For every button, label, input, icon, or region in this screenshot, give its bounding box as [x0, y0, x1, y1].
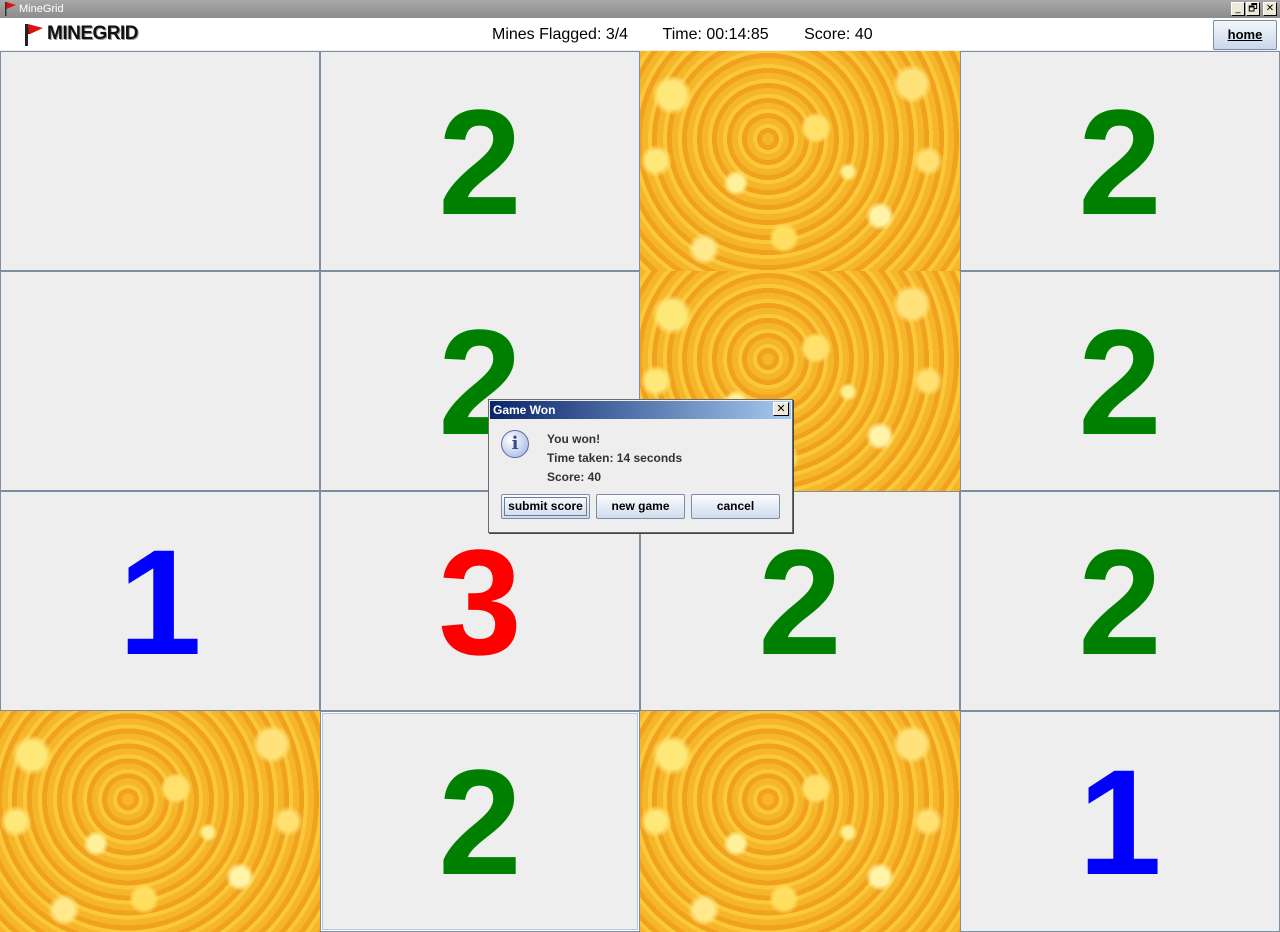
minegrid-app: MineGrid _ 🗗 ✕ MINEGRID Mines Flagged: 3…: [0, 0, 1280, 932]
maximize-button[interactable]: 🗗: [1246, 2, 1260, 16]
cell-number: 1: [118, 518, 202, 686]
cell-number: 1: [1078, 738, 1162, 906]
grid-cell[interactable]: 2: [960, 271, 1280, 491]
mines-flagged-counter: Mines Flagged: 3/4: [492, 26, 629, 43]
time-taken-message: Time taken: 14 seconds: [547, 451, 683, 465]
info-icon: i: [501, 430, 529, 458]
window-title: MineGrid: [19, 3, 64, 15]
window-title-bar: MineGrid _ 🗗 ✕: [0, 0, 1280, 18]
game-header: MINEGRID Mines Flagged: 3/4 Time: 00:14:…: [0, 18, 1280, 50]
cell-number: [1, 52, 319, 270]
grid-cell[interactable]: [0, 51, 320, 271]
grid-cell[interactable]: [0, 271, 320, 491]
cancel-button[interactable]: cancel: [691, 494, 780, 519]
score-message: Score: 40: [547, 470, 602, 484]
submit-score-label: submit score: [504, 497, 587, 516]
close-window-button[interactable]: ✕: [1263, 2, 1277, 16]
mine-cell[interactable]: [0, 711, 320, 932]
window-controls: _ 🗗 ✕: [1231, 2, 1277, 16]
grid-cell[interactable]: 2: [960, 51, 1280, 271]
cell-number: 2: [1078, 298, 1162, 466]
cell-number: [1, 272, 319, 490]
cell-number: 2: [1078, 518, 1162, 686]
dialog-close-button[interactable]: ✕: [773, 402, 789, 416]
minimize-button[interactable]: _: [1231, 2, 1245, 16]
logo: MINEGRID: [22, 22, 139, 46]
game-won-dialog: Game Won ✕ i You won! Time taken: 14 sec…: [488, 399, 793, 533]
timer: Time: 00:14:85: [662, 26, 769, 43]
grid-cell[interactable]: 2: [320, 711, 640, 932]
cell-number: 2: [438, 78, 522, 246]
dialog-title: Game Won: [490, 401, 791, 419]
grid-cell[interactable]: 2: [320, 51, 640, 271]
mine-cell[interactable]: [640, 51, 960, 271]
grid-cell[interactable]: 2: [960, 491, 1280, 711]
cell-number: 2: [1078, 78, 1162, 246]
flag-logo-icon: [25, 24, 43, 46]
grid-cell[interactable]: 1: [0, 491, 320, 711]
score-display: Score: 40: [804, 26, 873, 43]
home-button[interactable]: home: [1213, 20, 1277, 50]
mine-cell[interactable]: [640, 711, 960, 932]
flag-icon: [5, 2, 16, 16]
submit-score-button[interactable]: submit score: [501, 494, 590, 519]
new-game-button[interactable]: new game: [596, 494, 685, 519]
grid-cell[interactable]: 1: [960, 711, 1280, 932]
logo-text: MINEGRID: [47, 23, 139, 44]
game-stats: Mines Flagged: 3/4 Time: 00:14:85 Score:…: [492, 18, 873, 50]
win-message: You won!: [547, 432, 601, 446]
cell-number: 2: [438, 738, 522, 906]
